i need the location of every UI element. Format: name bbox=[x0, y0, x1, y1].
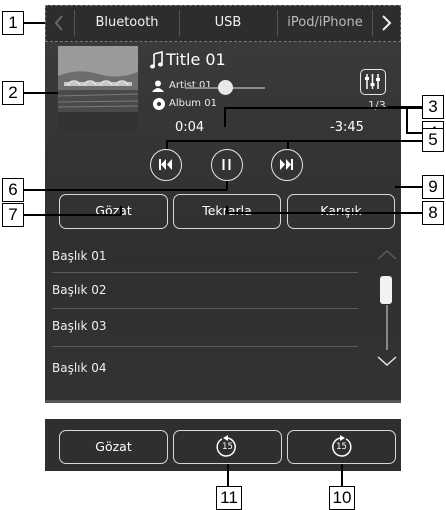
chevron-left-icon bbox=[54, 15, 63, 31]
elapsed-time: 0:04 bbox=[175, 120, 205, 135]
previous-track-button[interactable] bbox=[150, 149, 182, 181]
album-art bbox=[58, 46, 138, 132]
artist-name: Artist 01 bbox=[169, 80, 212, 91]
callout-2: 2 bbox=[2, 81, 24, 105]
browse-button[interactable]: Gözat bbox=[59, 194, 168, 229]
skip-previous-icon bbox=[159, 159, 172, 170]
callout-5: 5 bbox=[422, 128, 444, 152]
tab-ipod-iphone[interactable]: iPod/iPhone bbox=[278, 6, 372, 40]
tab-bluetooth[interactable]: Bluetooth bbox=[76, 6, 178, 40]
panel-divider bbox=[45, 400, 401, 403]
pause-button[interactable] bbox=[211, 149, 243, 181]
rewind-15-button[interactable]: 15 bbox=[173, 430, 282, 464]
list-item[interactable]: Başlık 02 bbox=[45, 274, 359, 307]
remaining-time: -3:45 bbox=[330, 120, 364, 135]
source-prev-button[interactable] bbox=[46, 6, 72, 40]
album-icon bbox=[153, 98, 165, 110]
track-title: Title 01 bbox=[166, 50, 226, 69]
callout-9: 9 bbox=[422, 175, 444, 199]
callout-11: 11 bbox=[216, 486, 242, 510]
album-name: Album 01 bbox=[169, 98, 217, 109]
pause-icon bbox=[222, 159, 231, 170]
list-item[interactable]: Başlık 01 bbox=[45, 240, 359, 273]
list-item[interactable]: Başlık 03 bbox=[45, 310, 359, 343]
scroll-down-icon[interactable] bbox=[376, 354, 398, 368]
scrollbar-thumb[interactable] bbox=[380, 276, 392, 304]
chevron-right-icon bbox=[382, 15, 392, 31]
callout-7: 7 bbox=[2, 203, 24, 227]
rewind-seconds: 15 bbox=[222, 442, 233, 452]
scroll-up-icon[interactable] bbox=[376, 247, 398, 261]
equalizer-icon bbox=[365, 74, 380, 89]
callout-8: 8 bbox=[422, 201, 444, 225]
scrollbar-track[interactable] bbox=[386, 305, 388, 350]
bottom-browse-button[interactable]: Gözat bbox=[59, 430, 168, 464]
skip-next-icon bbox=[280, 159, 293, 170]
callout-1: 1 bbox=[2, 11, 24, 35]
sound-settings-button[interactable] bbox=[360, 69, 386, 95]
next-track-button[interactable] bbox=[271, 149, 303, 181]
forward-seconds: 15 bbox=[336, 442, 347, 452]
source-next-button[interactable] bbox=[373, 6, 399, 40]
source-bar: Bluetooth USB iPod/iPhone bbox=[45, 5, 401, 42]
tab-usb[interactable]: USB bbox=[180, 6, 276, 40]
artist-icon bbox=[152, 80, 164, 92]
callout-3: 3 bbox=[422, 95, 444, 119]
forward-15-button[interactable]: 15 bbox=[287, 430, 396, 464]
track-count: 1/3 bbox=[368, 99, 386, 112]
callout-6: 6 bbox=[2, 178, 24, 202]
list-item[interactable]: Başlık 04 bbox=[45, 352, 359, 385]
callout-10: 10 bbox=[329, 486, 355, 510]
music-note-icon bbox=[150, 51, 163, 69]
